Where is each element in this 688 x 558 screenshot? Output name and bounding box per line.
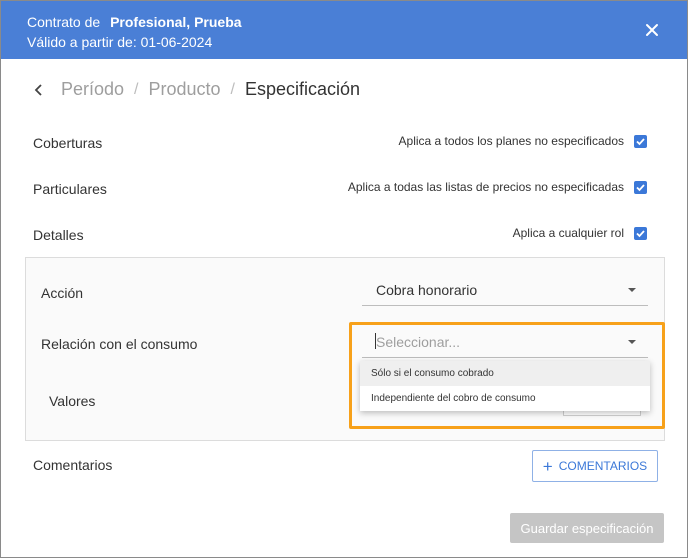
breadcrumb-periodo[interactable]: Período [61,79,124,100]
accion-value: Cobra honorario [376,282,478,298]
detalles-checkbox[interactable] [634,226,647,240]
check-icon [636,229,645,237]
accion-label: Acción [41,285,84,301]
coberturas-label: Coberturas [33,135,103,151]
close-icon[interactable] [643,21,661,39]
comentarios-label: Comentarios [33,457,113,473]
valid-from: Válido a partir de: 01-06-2024 [27,34,213,50]
chevron-left-icon[interactable] [33,83,45,97]
dropdown-option-label: Independiente del cobro de consumo [371,393,536,404]
breadcrumb-producto[interactable]: Producto [149,79,221,100]
caret-down-icon [628,340,636,344]
relacion-select[interactable]: Seleccionar... [362,327,648,358]
check-icon [636,183,645,191]
breadcrumb-separator: / [134,80,139,98]
contract-prefix: Contrato de [27,14,101,30]
relacion-dropdown-menu: Sólo si el consumo cobrado Independiente… [360,361,650,411]
detalles-option-label: Aplica a cualquier rol [512,226,624,240]
dropdown-option[interactable]: Sólo si el consumo cobrado [360,361,650,386]
contract-name: Profesional, Prueba [110,14,242,30]
plus-icon: + [542,456,553,476]
relacion-placeholder: Seleccionar... [376,334,461,350]
detalles-label: Detalles [33,227,84,243]
particulares-checkbox[interactable] [634,180,647,194]
coberturas-row: Coberturas Aplica a todos los planes no … [33,131,647,155]
breadcrumb-especificacion: Especificación [245,79,361,99]
particulares-row: Particulares Aplica a todas las listas d… [33,177,647,201]
contract-dialog: Contrato de Profesional, Prueba Válido a… [0,0,688,558]
dropdown-option-label: Sólo si el consumo cobrado [371,368,494,379]
comentarios-button-label: COMENTARIOS [558,459,648,473]
relacion-label: Relación con el consumo [41,336,198,352]
dropdown-option[interactable]: Independiente del cobro de consumo [360,386,650,411]
detalles-row: Detalles Aplica a cualquier rol [33,223,647,247]
particulares-label: Particulares [33,181,107,197]
breadcrumb: Período / Producto / Especificación [33,79,360,100]
add-comentarios-button[interactable]: + COMENTARIOS [532,450,658,482]
breadcrumb-separator: / [230,80,235,98]
accion-select[interactable]: Cobra honorario [362,275,648,306]
save-specification-button[interactable]: Guardar especificación [510,513,664,543]
check-icon [636,137,645,145]
coberturas-checkbox[interactable] [634,134,647,148]
caret-down-icon [628,288,636,292]
coberturas-option-label: Aplica a todos los planes no especificad… [398,134,624,148]
particulares-option-label: Aplica a todas las listas de precios no … [347,180,624,194]
valores-label: Valores [49,393,96,409]
dialog-header: Contrato de Profesional, Prueba Válido a… [1,1,687,59]
header-title: Contrato de Profesional, Prueba [27,14,242,30]
